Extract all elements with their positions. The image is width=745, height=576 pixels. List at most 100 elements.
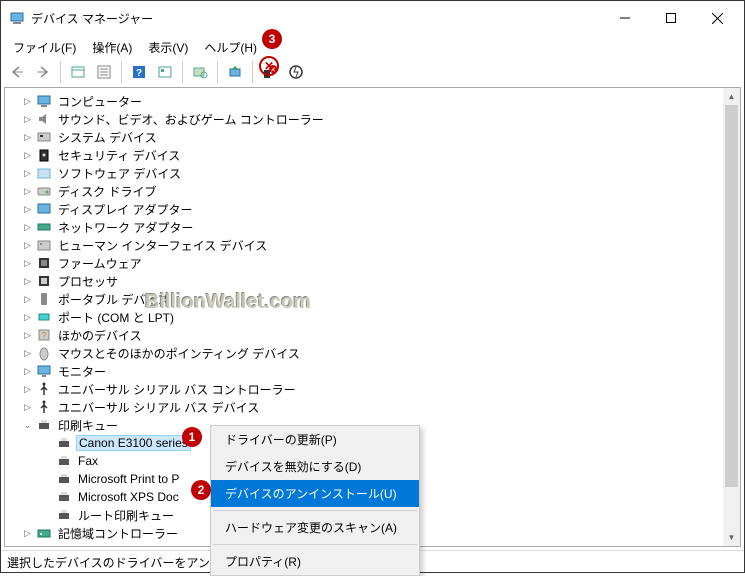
help-button[interactable]: ? — [127, 60, 151, 84]
expand-icon[interactable] — [41, 437, 54, 450]
app-icon — [9, 10, 25, 26]
expand-icon[interactable]: ▷ — [21, 347, 34, 360]
tree-item[interactable]: ▷ポータブル デバイス — [5, 290, 740, 308]
tree-item-label: プロセッサ — [56, 273, 120, 290]
expand-icon[interactable]: ▷ — [21, 131, 34, 144]
tree-item-label: ファームウェア — [56, 255, 144, 272]
device-icon — [36, 381, 52, 397]
expand-icon[interactable]: ▷ — [21, 329, 34, 342]
ctx-separator — [213, 510, 417, 511]
tree-item-label: ほかのデバイス — [56, 327, 144, 344]
forward-button[interactable] — [31, 60, 55, 84]
tree-item-label: システム デバイス — [56, 129, 159, 146]
tree-item[interactable]: ▷コンピューター — [5, 92, 740, 110]
menu-file[interactable]: ファイル(F) — [5, 37, 84, 55]
device-icon — [36, 129, 52, 145]
expand-icon[interactable]: ▷ — [21, 401, 34, 414]
device-icon — [36, 525, 52, 541]
update-driver-button[interactable] — [223, 60, 247, 84]
tree-item-label: Canon E3100 series — [76, 435, 191, 451]
expand-icon[interactable] — [41, 491, 54, 504]
vertical-scrollbar[interactable]: ▲ ▼ — [723, 88, 740, 546]
minimize-button[interactable] — [602, 1, 648, 35]
annotation-marker-3: 3 — [262, 29, 282, 49]
tree-item[interactable]: ▷マウスとそのほかのポインティング デバイス — [5, 344, 740, 362]
close-button[interactable] — [694, 1, 740, 35]
device-icon — [36, 291, 52, 307]
ctx-disable-device[interactable]: デバイスを無効にする(D) — [211, 453, 419, 480]
window-title: デバイス マネージャー — [31, 10, 602, 27]
tree-item[interactable]: ▷ システム デバイス — [5, 128, 740, 146]
expand-icon[interactable] — [41, 473, 54, 486]
device-icon — [36, 183, 52, 199]
scroll-up-button[interactable]: ▲ — [723, 88, 740, 105]
device-icon — [36, 237, 52, 253]
tree-item[interactable]: ▷ネットワーク アダプター — [5, 218, 740, 236]
scroll-thumb[interactable] — [725, 105, 738, 487]
action-button[interactable] — [153, 60, 177, 84]
expand-icon[interactable]: ▷ — [21, 203, 34, 216]
expand-icon[interactable]: ▷ — [21, 311, 34, 324]
tree-item-label: ソフトウェア デバイス — [56, 165, 183, 182]
tree-item[interactable]: ▷ディスプレイ アダプター — [5, 200, 740, 218]
maximize-button[interactable] — [648, 1, 694, 35]
expand-icon[interactable]: ▷ — [21, 293, 34, 306]
scroll-down-button[interactable]: ▼ — [723, 529, 740, 546]
device-icon — [36, 219, 52, 235]
context-menu: ドライバーの更新(P) デバイスを無効にする(D) デバイスのアンインストール(… — [210, 425, 420, 576]
tree-item[interactable]: ▷サウンド、ビデオ、およびゲーム コントローラー — [5, 110, 740, 128]
device-icon — [56, 435, 72, 451]
show-hidden-button[interactable] — [66, 60, 90, 84]
expand-icon[interactable]: ▷ — [21, 527, 34, 540]
expand-icon[interactable] — [41, 455, 54, 468]
expand-icon[interactable]: ▷ — [21, 239, 34, 252]
expand-icon[interactable]: ⌄ — [21, 419, 34, 432]
expand-icon[interactable]: ▷ — [21, 149, 34, 162]
expand-icon[interactable]: ▷ — [21, 257, 34, 270]
tree-item[interactable]: ▷ プロセッサ — [5, 272, 740, 290]
tree-item[interactable]: ▷?ほかのデバイス — [5, 326, 740, 344]
disable-device-button[interactable] — [284, 60, 308, 84]
device-icon — [36, 255, 52, 271]
tree-item-label: ディスク ドライブ — [56, 183, 159, 200]
tree-item[interactable]: ▷ ポート (COM と LPT) — [5, 308, 740, 326]
device-icon — [36, 111, 52, 127]
tree-item[interactable]: ▷ヒューマン インターフェイス デバイス — [5, 236, 740, 254]
menu-action[interactable]: 操作(A) — [84, 37, 140, 55]
properties-button[interactable] — [92, 60, 116, 84]
menu-help[interactable]: ヘルプ(H) — [196, 37, 265, 55]
tree-item[interactable]: ▷ ファームウェア — [5, 254, 740, 272]
tree-item[interactable]: ▷ ユニバーサル シリアル バス デバイス — [5, 398, 740, 416]
ctx-properties[interactable]: プロパティ(R) — [211, 548, 419, 575]
device-icon — [56, 507, 72, 523]
expand-icon[interactable]: ▷ — [21, 167, 34, 180]
tree-item[interactable]: ▷モニター — [5, 362, 740, 380]
expand-icon[interactable]: ▷ — [21, 221, 34, 234]
tree-item[interactable]: ▷ユニバーサル シリアル バス コントローラー — [5, 380, 740, 398]
expand-icon[interactable]: ▷ — [21, 365, 34, 378]
expand-icon[interactable]: ▷ — [21, 383, 34, 396]
tree-item-label: ユニバーサル シリアル バス デバイス — [56, 399, 261, 416]
expand-icon[interactable]: ▷ — [21, 95, 34, 108]
toolbar: ? ✕ — [1, 57, 744, 87]
expand-icon[interactable] — [41, 509, 54, 522]
back-button[interactable] — [5, 60, 29, 84]
tree-item-label: Microsoft XPS Doc — [76, 490, 181, 504]
device-icon: ? — [36, 327, 52, 343]
expand-icon[interactable]: ▷ — [21, 185, 34, 198]
expand-icon[interactable]: ▷ — [21, 275, 34, 288]
device-icon — [36, 417, 52, 433]
scan-button[interactable] — [188, 60, 212, 84]
ctx-update-driver[interactable]: ドライバーの更新(P) — [211, 426, 419, 453]
tree-item[interactable]: ▷セキュリティ デバイス — [5, 146, 740, 164]
tree-item-label: ポート (COM と LPT) — [56, 309, 176, 326]
tree-item[interactable]: ▷ ソフトウェア デバイス — [5, 164, 740, 182]
menubar: ファイル(F) 操作(A) 表示(V) ヘルプ(H) — [1, 35, 744, 57]
device-icon — [56, 471, 72, 487]
device-icon — [36, 165, 52, 181]
menu-view[interactable]: 表示(V) — [140, 37, 196, 55]
ctx-uninstall-device[interactable]: デバイスのアンインストール(U) — [211, 480, 419, 507]
expand-icon[interactable]: ▷ — [21, 113, 34, 126]
tree-item[interactable]: ▷ ディスク ドライブ — [5, 182, 740, 200]
ctx-scan-hardware[interactable]: ハードウェア変更のスキャン(A) — [211, 514, 419, 541]
